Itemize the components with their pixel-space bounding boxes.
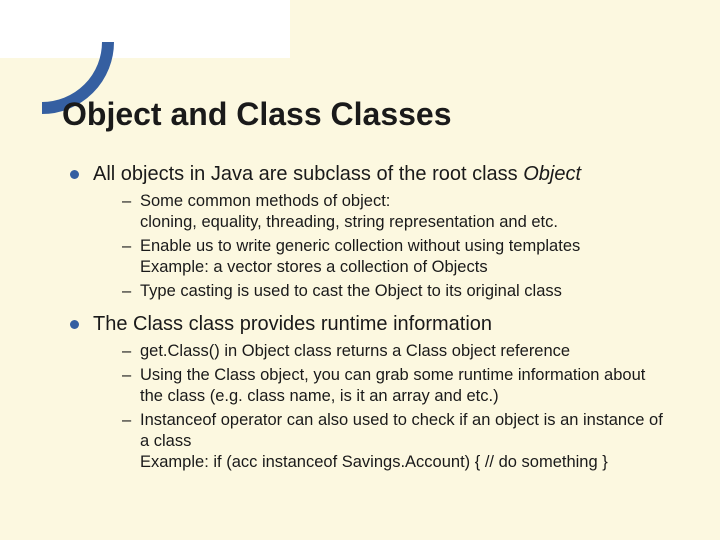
sub-bullet-text: get.Class() in Object class returns a Cl… [140, 341, 670, 362]
sub-bullet-text: Enable us to write generic collection wi… [140, 236, 670, 279]
sub-bullet: – Using the Class object, you can grab s… [122, 365, 670, 408]
bullet-level1: All objects in Java are subclass of the … [70, 162, 670, 187]
sub-bullet: – Type casting is used to cast the Objec… [122, 281, 670, 302]
bullet-text: The Class class provides runtime informa… [93, 312, 670, 337]
sub-bullet: – Instanceof operator can also used to c… [122, 410, 670, 474]
dash-icon: – [122, 281, 140, 302]
bullet-dot-icon [70, 170, 79, 179]
dash-icon: – [122, 341, 140, 362]
dash-icon: – [122, 236, 140, 257]
dash-icon: – [122, 365, 140, 386]
sub-bullet-text: Some common methods of object:cloning, e… [140, 191, 670, 234]
sub-bullet-text: Using the Class object, you can grab som… [140, 365, 670, 408]
bullet-dot-icon [70, 320, 79, 329]
sub-bullet-text: Type casting is used to cast the Object … [140, 281, 670, 302]
sub-bullets: – Some common methods of object:cloning,… [122, 191, 670, 302]
dash-icon: – [122, 410, 140, 431]
sub-bullet-text: Instanceof operator can also used to che… [140, 410, 670, 474]
sub-bullets: – get.Class() in Object class returns a … [122, 341, 670, 474]
bullet-text-part: All objects in Java are subclass of the … [93, 163, 523, 185]
bullet-level1: The Class class provides runtime informa… [70, 312, 670, 337]
sub-bullet: – get.Class() in Object class returns a … [122, 341, 670, 362]
sub-bullet: – Some common methods of object:cloning,… [122, 191, 670, 234]
sub-bullet: – Enable us to write generic collection … [122, 236, 670, 279]
bullet-text: All objects in Java are subclass of the … [93, 162, 670, 187]
slide: Object and Class Classes All objects in … [0, 0, 720, 540]
bullet-text-italic: Object [523, 163, 581, 185]
slide-content: All objects in Java are subclass of the … [70, 162, 670, 484]
dash-icon: – [122, 191, 140, 212]
slide-title: Object and Class Classes [62, 96, 452, 133]
